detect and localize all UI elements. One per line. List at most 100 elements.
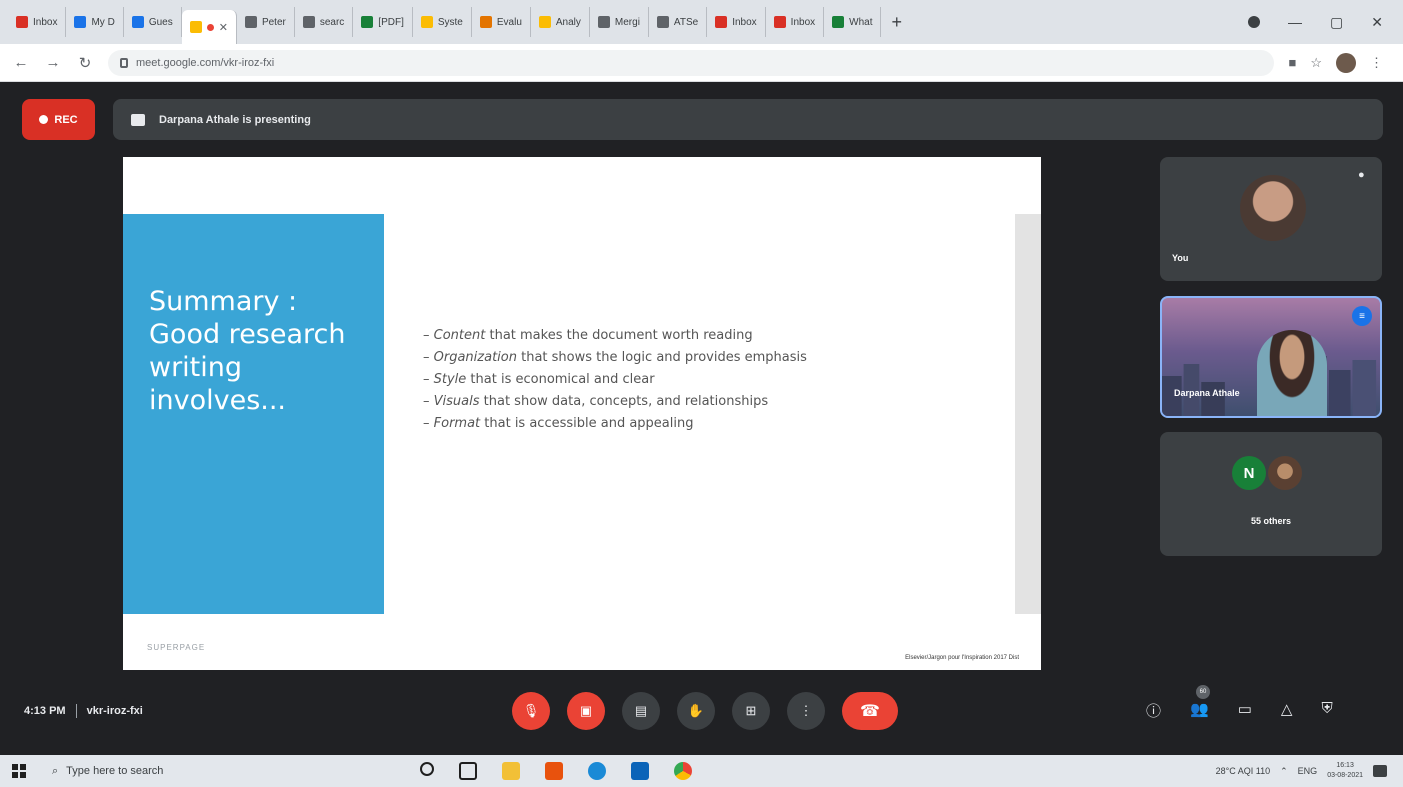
browser-tab[interactable]: Peter — [237, 7, 295, 37]
url-bar[interactable]: meet.google.com/vkr-iroz-fxi — [108, 49, 1275, 76]
browser-tab[interactable]: searc — [295, 7, 354, 37]
browser-tab[interactable]: Inbox — [766, 7, 825, 37]
clock-time: 16:13 — [1336, 762, 1354, 769]
office-icon[interactable] — [545, 762, 563, 780]
forward-icon[interactable]: → — [44, 54, 62, 71]
browser-tab[interactable]: Inbox — [707, 7, 766, 37]
present-now-button[interactable]: ⊞ — [732, 692, 770, 730]
windows-taskbar: ⌕ Type here to search 28°C AQI 110 ⌃ ENG… — [0, 755, 1403, 787]
slide-side-bar — [1015, 214, 1041, 614]
page-icon — [420, 16, 433, 28]
search-placeholder: Type here to search — [66, 765, 164, 777]
presentation-slide: Summary : Good research writing involves… — [123, 157, 1041, 670]
leave-call-button[interactable]: ☎ — [842, 692, 898, 730]
slide-credit: Elsevier/Jargon pour l'Inspiration 2017 … — [905, 655, 1019, 661]
speaking-indicator-icon: ≡ — [1352, 306, 1372, 326]
close-window-icon[interactable]: ✕ — [1371, 14, 1383, 31]
participant-name: You — [1172, 253, 1189, 263]
clock[interactable]: 16:13 03-08-2021 — [1327, 761, 1363, 781]
mic-off-icon: ● — [1358, 169, 1365, 181]
participant-avatar — [1240, 175, 1306, 241]
participant-tile-presenter[interactable]: ≡ Darpana Athale — [1160, 296, 1382, 418]
bullet-item: – Style that is economical and clear — [423, 372, 655, 387]
pdf-icon — [361, 16, 374, 28]
profile-avatar[interactable] — [1336, 52, 1356, 73]
raise-hand-button[interactable]: ✋ — [677, 692, 715, 730]
browser-tabstrip: Inbox My D Gues ✕ Peter searc [PDF] Syst… — [0, 0, 1403, 44]
notification-icon[interactable] — [1373, 765, 1387, 777]
store-icon[interactable] — [631, 762, 649, 780]
windows-start-icon[interactable] — [12, 764, 26, 778]
camera-permission-icon[interactable]: ■ — [1288, 55, 1296, 70]
browser-tab[interactable]: Gues — [124, 7, 182, 37]
menu-dots-icon[interactable]: ⋮ — [1370, 55, 1383, 71]
browser-tab[interactable]: Inbox — [8, 7, 67, 37]
others-count-label: 55 others — [1250, 516, 1292, 526]
slide-logo: SUPERPAGE — [147, 643, 206, 652]
meet-icon — [189, 21, 202, 33]
drive-icon — [74, 16, 87, 28]
cortana-icon[interactable] — [420, 762, 434, 776]
camera-toggle-button[interactable]: ▣ — [567, 692, 605, 730]
activities-icon[interactable]: △ — [1281, 700, 1293, 721]
slide-bullet-list: – Content that makes the document worth … — [423, 325, 807, 435]
globe-icon — [244, 16, 257, 28]
browser-tab[interactable]: Analy — [531, 7, 590, 37]
meeting-code: vkr-iroz-fxi — [86, 705, 143, 717]
more-options-button[interactable]: ⋮ — [787, 692, 825, 730]
mic-off-icon: 🎙 — [522, 703, 540, 718]
browser-tab[interactable]: Evalu — [472, 7, 531, 37]
maximize-icon[interactable]: ▢ — [1330, 14, 1343, 31]
presenter-video — [1257, 330, 1327, 416]
bullet-item: – Organization that shows the logic and … — [423, 350, 807, 365]
minimize-icon[interactable]: — — [1288, 14, 1302, 30]
search-icon: ⌕ — [52, 764, 59, 777]
people-button[interactable]: 👥 60 — [1190, 685, 1211, 721]
toolbar-right: ■ ☆ ⋮ — [1288, 52, 1391, 73]
globe-icon — [656, 16, 669, 28]
new-tab-button[interactable]: + — [881, 12, 912, 33]
chat-icon[interactable]: ▭ — [1238, 700, 1252, 721]
meeting-side-controls: ⓘ 👥 60 ▭ △ ⛨ — [1146, 685, 1333, 721]
slide-title: Summary : Good research writing involves… — [149, 286, 346, 416]
whatsapp-icon — [832, 16, 845, 28]
language-indicator[interactable]: ENG — [1298, 766, 1318, 776]
browser-tab-active[interactable]: ✕ — [181, 10, 237, 44]
mic-toggle-button[interactable]: 🎙 — [512, 692, 550, 730]
browser-tab[interactable]: ATSe — [649, 7, 708, 37]
url-text[interactable]: meet.google.com/vkr-iroz-fxi — [136, 57, 274, 69]
reload-icon[interactable]: ↻ — [76, 54, 94, 72]
chrome-icon[interactable] — [674, 762, 692, 780]
others-avatars: N — [1232, 456, 1302, 490]
lock-icon[interactable] — [120, 57, 128, 68]
close-tab-icon[interactable]: ✕ — [219, 21, 228, 34]
present-icon: ⊞ — [745, 703, 757, 718]
participant-tile-others[interactable]: N 55 others — [1160, 432, 1382, 556]
file-explorer-icon[interactable] — [502, 762, 520, 780]
browser-tab[interactable]: What — [824, 7, 882, 37]
browser-tab[interactable]: Syste — [413, 7, 472, 37]
participant-tile-self[interactable]: ● You — [1160, 157, 1382, 281]
avatar — [1268, 456, 1302, 490]
page-icon — [479, 16, 492, 28]
tab-search-icon[interactable] — [1248, 16, 1261, 28]
host-controls-icon[interactable]: ⛨ — [1321, 700, 1332, 721]
back-icon[interactable]: ← — [12, 54, 30, 71]
browser-tab[interactable]: My D — [66, 7, 124, 37]
avatar-initial: N — [1232, 456, 1266, 490]
meeting-time: 4:13 PM — [24, 705, 66, 717]
task-view-icon[interactable] — [459, 762, 477, 780]
meeting-details-icon[interactable]: ⓘ — [1146, 700, 1161, 721]
chevron-up-icon[interactable]: ⌃ — [1280, 766, 1288, 777]
meeting-info: 4:13 PM vkr-iroz-fxi — [24, 704, 143, 718]
recording-badge[interactable]: REC — [22, 99, 95, 140]
edge-icon[interactable] — [588, 762, 606, 780]
captions-button[interactable]: ▤ — [622, 692, 660, 730]
browser-tab[interactable]: Mergi — [590, 7, 649, 37]
taskbar-search[interactable]: ⌕ Type here to search — [42, 755, 402, 787]
bookmark-star-icon[interactable]: ☆ — [1310, 55, 1322, 71]
gmail-icon — [16, 16, 28, 28]
weather-text[interactable]: 28°C AQI 110 — [1216, 766, 1270, 776]
browser-tab[interactable]: [PDF] — [353, 7, 413, 37]
more-vert-icon: ⋮ — [799, 703, 813, 718]
